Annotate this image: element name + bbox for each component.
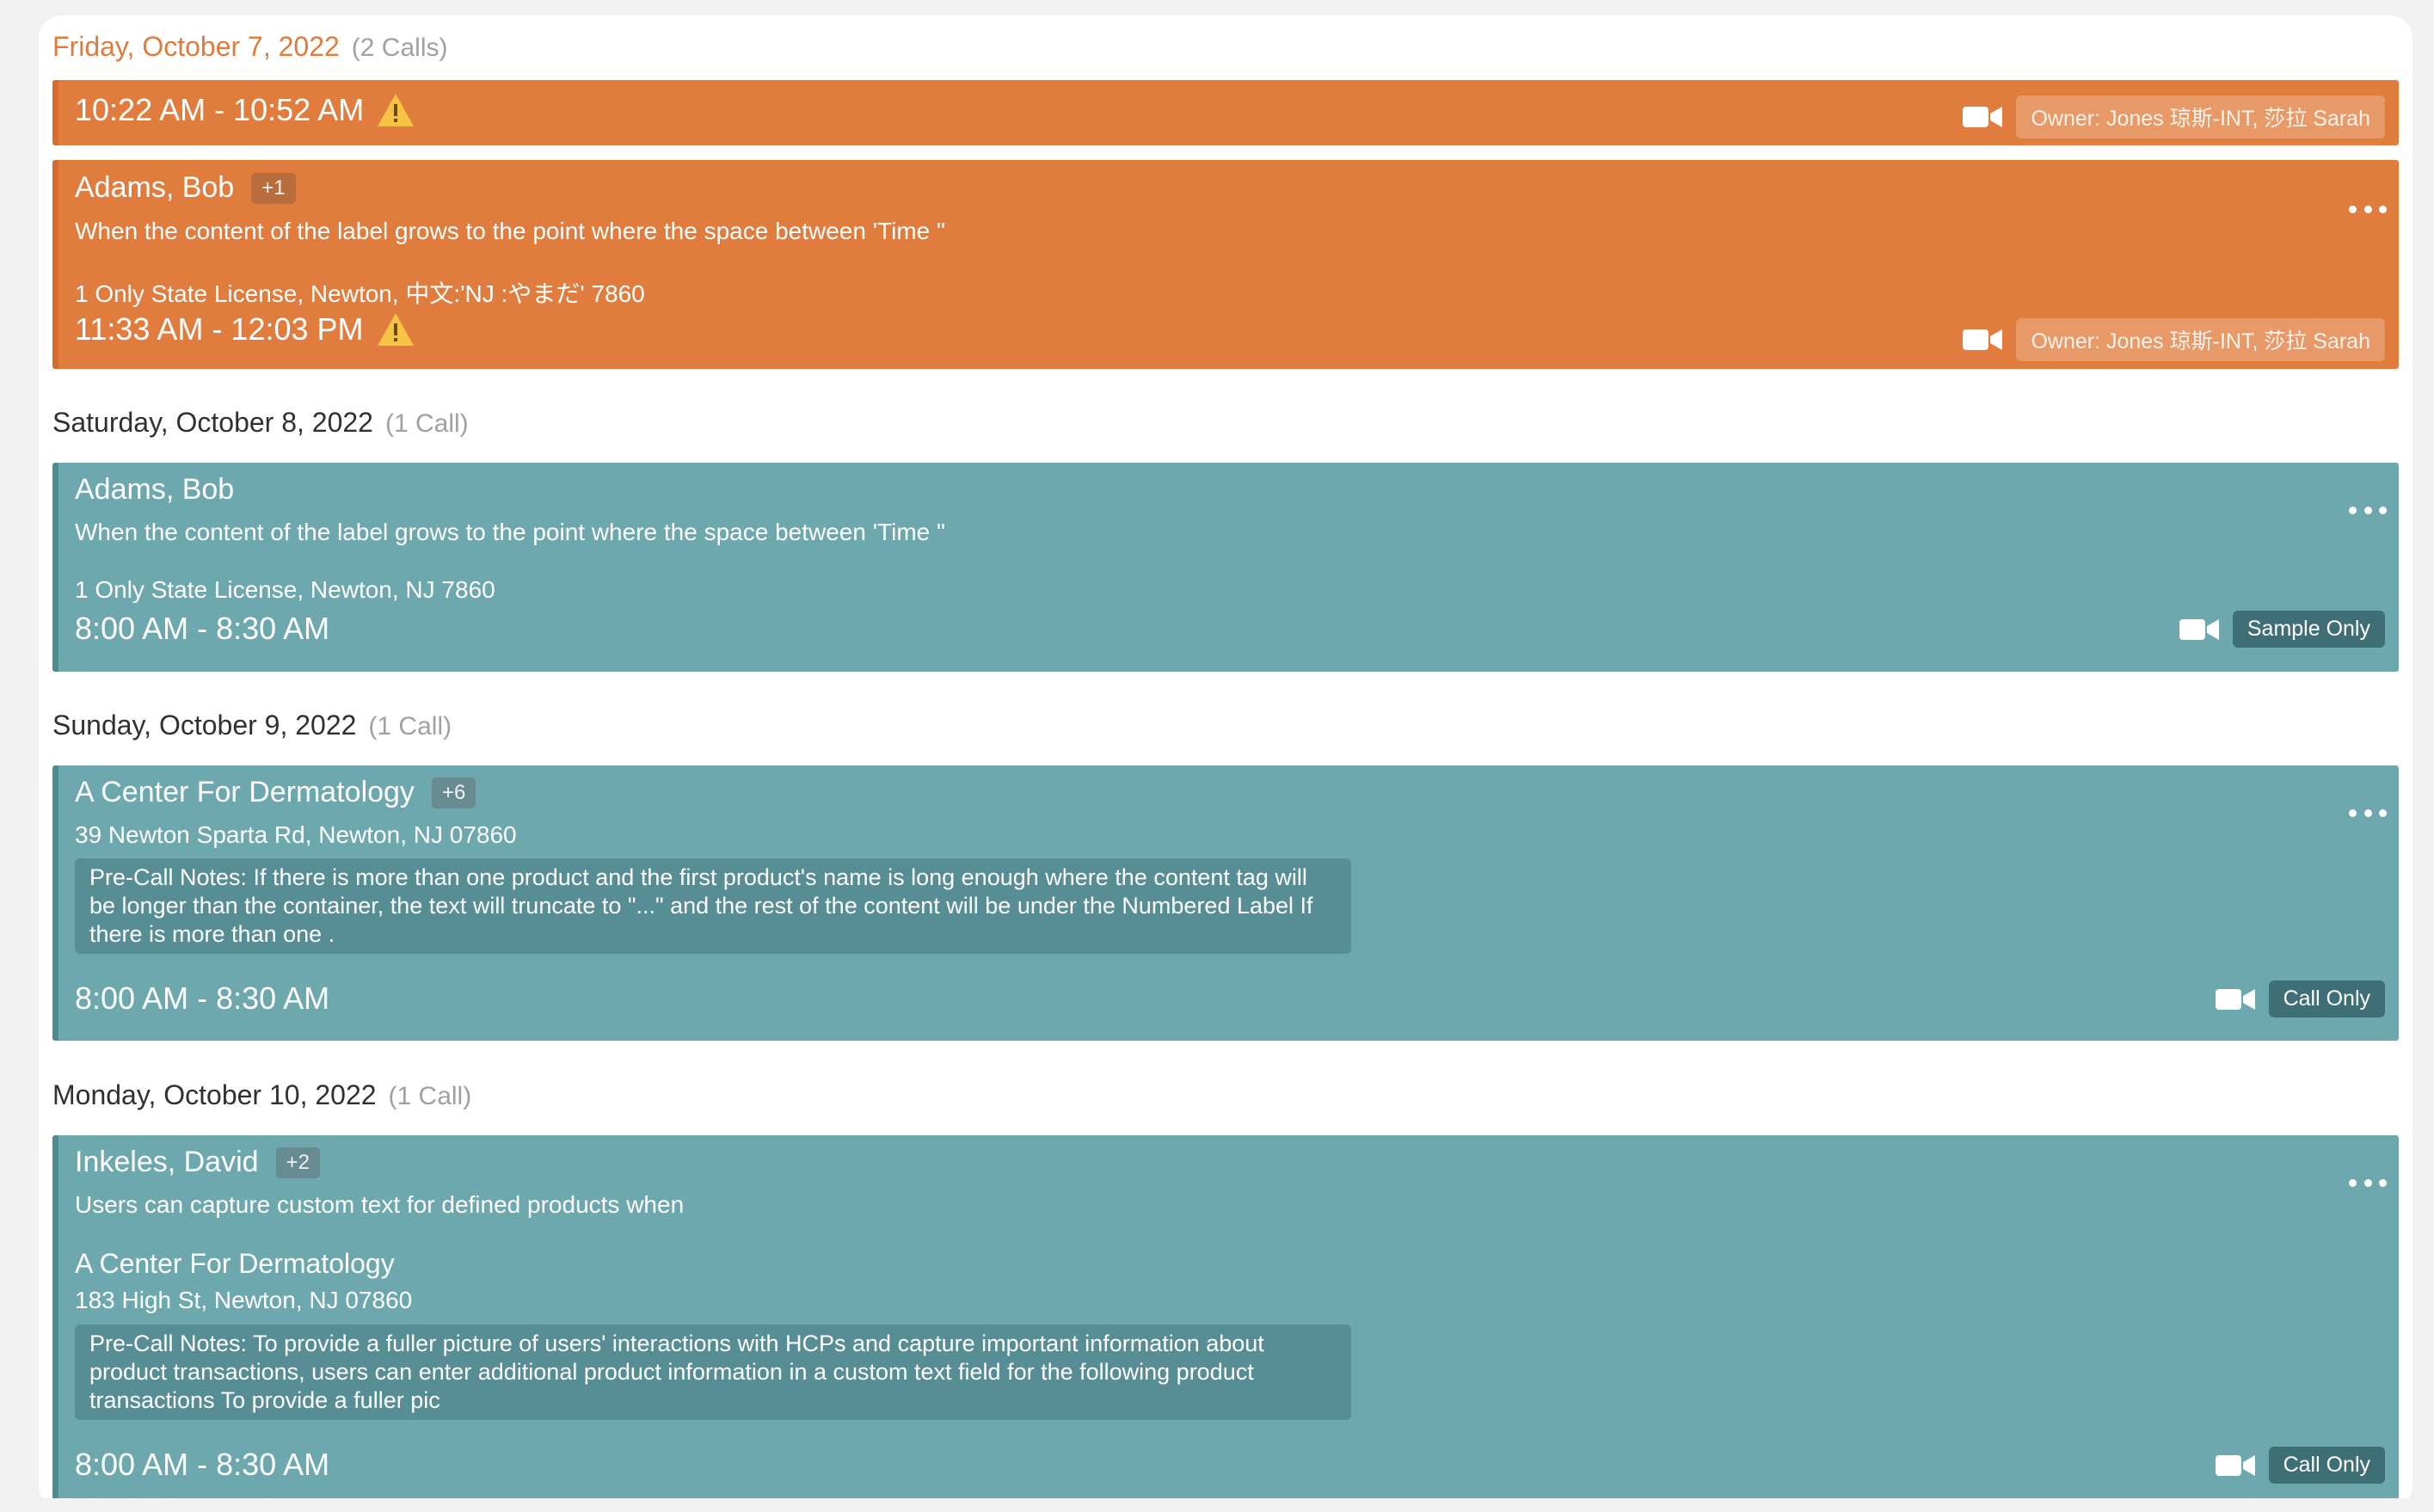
account-name[interactable]: A Center For Dermatology [75,776,415,809]
day-date: Sunday, October 9, 2022 [52,710,357,741]
pre-call-notes: Pre-Call Notes: To provide a fuller pict… [75,1325,1351,1420]
call-card[interactable]: A Center For Dermatology +6 39 Newton Sp… [52,765,2399,1041]
day-call-count: (2 Calls) [351,34,448,62]
video-icon [2215,988,2255,1010]
additional-count-badge: +1 [251,172,296,204]
account-name[interactable]: A Center For Dermatology [75,1248,395,1280]
name-row: Inkeles, David +2 [75,1146,320,1179]
time-row: 11:33 AM - 12:03 PM [75,311,415,347]
time-row: 8:00 AM - 8:30 AM [75,611,329,647]
call-card[interactable]: Inkeles, David +2 Users can capture cust… [52,1135,2399,1508]
warning-icon [378,94,415,126]
call-description: Users can capture custom text for define… [75,1191,685,1218]
day-date: Saturday, October 8, 2022 [52,407,373,438]
video-icon [2215,1454,2255,1476]
call-meta: Call Only [2215,1447,2385,1484]
contact-name[interactable]: Adams, Bob [75,473,234,507]
video-icon [1963,107,2003,127]
call-description: When the content of the label grows to t… [75,218,945,244]
time-row: 8:00 AM - 8:30 AM [75,1447,329,1483]
day-header: Monday, October 10, 2022 (1 Call) [52,1079,471,1111]
call-type-tag: Call Only [2268,1447,2385,1484]
call-type-tag: Call Only [2268,980,2385,1017]
additional-count-badge: +6 [431,777,476,808]
call-meta: Sample Only [2179,611,2385,648]
call-description: When the content of the label grows to t… [75,519,945,545]
call-card[interactable]: Adams, Bob +1 When the content of the la… [52,160,2399,369]
call-meta: Owner: Jones 琼斯-INT, 莎拉 Sarah [1963,95,2385,138]
name-row: A Center For Dermatology +6 [75,776,476,809]
call-meta: Call Only [2215,980,2385,1017]
call-time: 11:33 AM - 12:03 PM [75,311,364,347]
contact-name[interactable]: Adams, Bob [75,171,234,205]
more-icon[interactable] [2349,1178,2387,1187]
call-time: 10:22 AM - 10:52 AM [75,92,365,127]
day-call-count: (1 Call) [368,712,452,741]
time-row: 8:00 AM - 8:30 AM [75,980,329,1017]
day-header: Saturday, October 8, 2022 (1 Call) [52,407,469,439]
warning-icon [377,313,414,346]
video-icon [1963,329,2003,350]
video-icon [2179,618,2219,640]
call-meta: Owner: Jones 琼斯-INT, 莎拉 Sarah [1963,318,2385,361]
call-address: 183 High St, Newton, NJ 07860 [75,1287,413,1313]
owner-tag: Owner: Jones 琼斯-INT, 莎拉 Sarah [2016,95,2385,138]
contact-name[interactable]: Inkeles, David [75,1146,259,1179]
name-row: Adams, Bob +1 [75,171,296,205]
day-call-count: (1 Call) [388,1082,472,1110]
call-address: 39 Newton Sparta Rd, Newton, NJ 07860 [75,821,517,848]
time-row: 10:22 AM - 10:52 AM [75,92,415,128]
name-row: Adams, Bob [75,473,234,507]
owner-tag: Owner: Jones 琼斯-INT, 莎拉 Sarah [2016,318,2385,361]
additional-count-badge: +2 [275,1146,320,1178]
day-call-count: (1 Call) [384,409,469,438]
day-header: Sunday, October 9, 2022 (1 Call) [52,710,452,741]
call-time: 8:00 AM - 8:30 AM [75,980,330,1016]
call-time: 8:00 AM - 8:30 AM [75,611,330,646]
more-icon[interactable] [2349,205,2387,213]
day-header: Friday, October 7, 2022 (2 Calls) [52,31,447,63]
day-date: Friday, October 7, 2022 [52,31,340,62]
call-type-tag: Sample Only [2232,611,2385,648]
pre-call-notes: Pre-Call Notes: If there is more than on… [75,858,1351,954]
call-time: 8:00 AM - 8:30 AM [75,1447,330,1482]
call-address: 1 Only State License, Newton, NJ 7860 [75,576,495,603]
call-card[interactable]: Adams, Bob When the content of the label… [52,463,2399,672]
more-icon[interactable] [2349,506,2387,514]
call-address: 1 Only State License, Newton, 中文:'NJ :やま… [75,280,645,307]
call-list-panel: Friday, October 7, 2022 (2 Calls) 10:22 A… [39,15,2412,1508]
more-icon[interactable] [2349,808,2387,817]
bottom-bar [0,1498,2434,1512]
day-date: Monday, October 10, 2022 [52,1079,377,1110]
call-card[interactable]: 10:22 AM - 10:52 AM Owner: Jones 琼斯-INT,… [52,80,2399,145]
